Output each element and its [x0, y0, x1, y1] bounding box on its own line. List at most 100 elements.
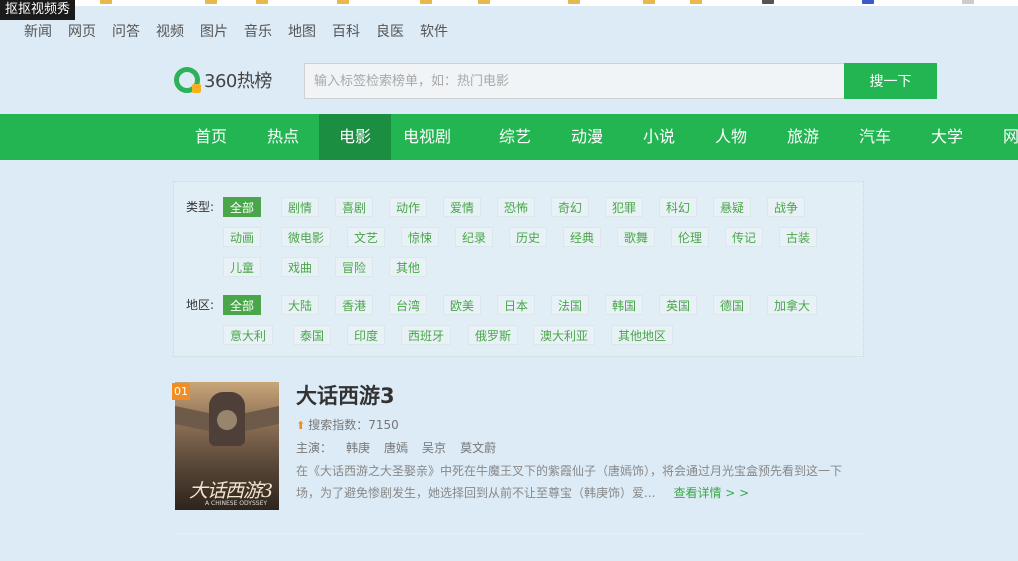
type-tag[interactable]: 犯罪 — [605, 197, 644, 217]
type-tag[interactable]: 剧情 — [281, 197, 320, 217]
site-logo[interactable]: 360热榜 — [174, 67, 272, 93]
search-index-label: 搜索指数： — [308, 418, 369, 432]
view-details-link[interactable]: 查看详情 > > — [673, 486, 749, 500]
top-nav-software[interactable]: 软件 — [420, 21, 448, 41]
folder-icon — [478, 0, 490, 4]
folder-icon — [420, 0, 432, 4]
folder-icon — [256, 0, 268, 4]
region-tag-all[interactable]: 全部 — [223, 295, 262, 315]
type-tag[interactable]: 冒险 — [335, 257, 374, 277]
cast-member[interactable]: 吴京 — [422, 439, 446, 456]
type-tag[interactable]: 历史 — [509, 227, 548, 247]
tab-tv-series[interactable]: 电视剧 — [391, 114, 463, 160]
description-text: 场，为了避免惨剧发生，她选择回到从前不让至尊宝（韩庚饰）爱... — [296, 486, 656, 500]
top-nav-video[interactable]: 视频 — [156, 21, 184, 41]
type-tag[interactable]: 古装 — [779, 227, 818, 247]
type-tag[interactable]: 经典 — [563, 227, 602, 247]
type-tag[interactable]: 伦理 — [671, 227, 710, 247]
bookmarks-bar — [0, 0, 1018, 6]
type-tag[interactable]: 微电影 — [281, 227, 332, 247]
type-tag[interactable]: 动画 — [223, 227, 262, 247]
tab-home[interactable]: 首页 — [175, 114, 247, 160]
region-tag[interactable]: 韩国 — [605, 295, 644, 315]
type-tag[interactable]: 传记 — [725, 227, 764, 247]
type-tag[interactable]: 恐怖 — [497, 197, 536, 217]
search-index: ⬆ 搜索指数：7150 — [296, 416, 399, 433]
tab-hot[interactable]: 热点 — [247, 114, 319, 160]
folder-icon — [205, 0, 217, 4]
region-tag[interactable]: 大陆 — [281, 295, 320, 315]
type-tag[interactable]: 文艺 — [347, 227, 386, 247]
movie-description: 在《大话西游之大圣娶亲》中死在牛魔王叉下的紫霞仙子（唐嫣饰），将会通过月光宝盒预… — [296, 460, 856, 504]
description-line: 在《大话西游之大圣娶亲》中死在牛魔王叉下的紫霞仙子（唐嫣饰），将会通过月光宝盒预… — [296, 464, 843, 478]
region-tag[interactable]: 俄罗斯 — [468, 325, 519, 345]
type-tag[interactable]: 纪录 — [455, 227, 494, 247]
tab-people[interactable]: 人物 — [695, 114, 767, 160]
cast-member[interactable]: 韩庚 — [346, 439, 370, 456]
type-tag[interactable]: 其他 — [389, 257, 428, 277]
search-button[interactable]: 搜一下 — [844, 63, 937, 99]
region-tag[interactable]: 台湾 — [389, 295, 428, 315]
poster-art — [175, 405, 213, 433]
top-nav: 新闻 网页 问答 视频 图片 音乐 地图 百科 良医 软件 — [24, 21, 448, 41]
type-tag[interactable]: 奇幻 — [551, 197, 590, 217]
folder-icon — [337, 0, 349, 4]
region-tag[interactable]: 其他地区 — [611, 325, 674, 345]
region-tag[interactable]: 香港 — [335, 295, 374, 315]
type-tag[interactable]: 动作 — [389, 197, 428, 217]
folder-icon — [690, 0, 702, 4]
cast-member[interactable]: 唐嫣 — [384, 439, 408, 456]
movie-poster[interactable]: 大话西游3 A CHINESE ODYSSEY — [175, 382, 279, 510]
type-tag[interactable]: 喜剧 — [335, 197, 374, 217]
poster-art — [241, 405, 279, 433]
type-tag[interactable]: 戏曲 — [281, 257, 320, 277]
region-tag[interactable]: 印度 — [347, 325, 386, 345]
top-nav-web[interactable]: 网页 — [68, 21, 96, 41]
filter-panel: 类型: 全部 剧情 喜剧 动作 爱情 恐怖 奇幻 犯罪 科幻 悬疑 战争 动画 … — [173, 181, 864, 357]
search-input[interactable] — [305, 64, 844, 98]
type-tag[interactable]: 惊悚 — [401, 227, 440, 247]
region-tag[interactable]: 日本 — [497, 295, 536, 315]
tab-novels[interactable]: 小说 — [623, 114, 695, 160]
type-tag[interactable]: 儿童 — [223, 257, 262, 277]
top-nav-images[interactable]: 图片 — [200, 21, 228, 41]
region-tag[interactable]: 加拿大 — [767, 295, 818, 315]
region-tag[interactable]: 法国 — [551, 295, 590, 315]
region-tag[interactable]: 欧美 — [443, 295, 482, 315]
top-nav-qa[interactable]: 问答 — [112, 21, 140, 41]
type-tag[interactable]: 歌舞 — [617, 227, 656, 247]
type-tag-all[interactable]: 全部 — [223, 197, 262, 217]
tab-travel[interactable]: 旅游 — [767, 114, 839, 160]
top-nav-news[interactable]: 新闻 — [24, 21, 52, 41]
type-tag[interactable]: 战争 — [767, 197, 806, 217]
folder-icon — [643, 0, 655, 4]
type-tag[interactable]: 爱情 — [443, 197, 482, 217]
top-nav-map[interactable]: 地图 — [288, 21, 316, 41]
tab-web-partial[interactable]: 网 — [983, 114, 1018, 160]
tab-cars[interactable]: 汽车 — [839, 114, 911, 160]
type-tag[interactable]: 悬疑 — [713, 197, 752, 217]
logo-text: 360热榜 — [204, 71, 272, 92]
cast-member[interactable]: 莫文蔚 — [460, 439, 496, 456]
cast-list: 主演： 韩庚 唐嫣 吴京 莫文蔚 — [296, 439, 496, 456]
type-tag[interactable]: 科幻 — [659, 197, 698, 217]
top-nav-doctor[interactable]: 良医 — [376, 21, 404, 41]
region-tag[interactable]: 西班牙 — [401, 325, 452, 345]
region-filter-label: 地区: — [186, 298, 215, 312]
tab-variety[interactable]: 综艺 — [479, 114, 551, 160]
page-icon — [862, 0, 874, 4]
region-tag[interactable]: 泰国 — [293, 325, 332, 345]
region-tag[interactable]: 德国 — [713, 295, 752, 315]
tab-anime[interactable]: 动漫 — [551, 114, 623, 160]
tab-university[interactable]: 大学 — [911, 114, 983, 160]
search-box — [304, 63, 845, 99]
top-nav-music[interactable]: 音乐 — [244, 21, 272, 41]
tab-movies[interactable]: 电影 — [319, 114, 391, 160]
region-tag[interactable]: 意大利 — [223, 325, 274, 345]
top-nav-baike[interactable]: 百科 — [332, 21, 360, 41]
folder-icon — [568, 0, 580, 4]
region-tag[interactable]: 澳大利亚 — [533, 325, 596, 345]
movie-title[interactable]: 大话西游3 — [296, 380, 395, 410]
folder-icon — [100, 0, 112, 4]
region-tag[interactable]: 英国 — [659, 295, 698, 315]
